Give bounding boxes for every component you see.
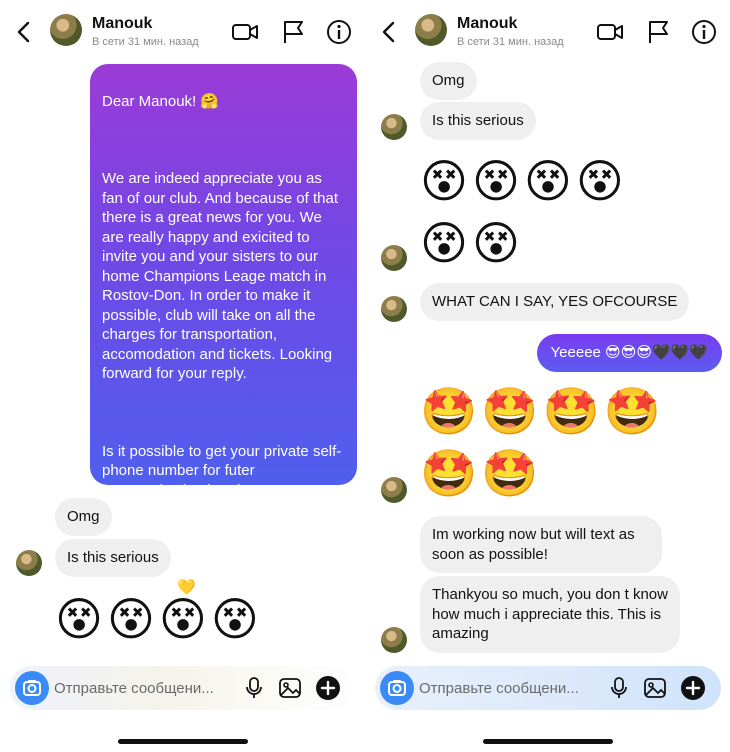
flag-icon[interactable]: [645, 18, 673, 46]
incoming-message[interactable]: Omg: [55, 498, 112, 536]
home-indicator: [483, 739, 613, 744]
avatar[interactable]: [415, 14, 447, 46]
emoji-message[interactable]: 😵😵😵😵: [420, 154, 628, 208]
avatar: [381, 627, 407, 653]
contact-status: В сети 31 мин. назад: [92, 36, 199, 48]
chevron-left-icon[interactable]: [14, 20, 34, 44]
home-indicator: [118, 739, 248, 744]
incoming-message[interactable]: Im working now but will text as soon as …: [420, 516, 662, 574]
chat-pane-left: Manouk В сети 31 мин. назад Dear Manouk!…: [0, 0, 365, 752]
outgoing-message[interactable]: Yeeeee 😎😎😎🖤🖤🖤: [536, 334, 722, 372]
contact-status: В сети 31 мин. назад: [457, 36, 564, 48]
image-icon[interactable]: [643, 676, 667, 700]
incoming-message[interactable]: Omg: [420, 62, 477, 100]
message-composer: [375, 666, 721, 710]
emoji-message[interactable]: 🤩🤩: [420, 446, 543, 500]
emoji-message[interactable]: 😵😵: [420, 216, 524, 270]
incoming-message[interactable]: WHAT CAN I SAY, YES OFCOURSE: [420, 283, 690, 321]
camera-button[interactable]: [15, 671, 49, 705]
chat-header: Manouk В сети 31 мин. назад: [0, 0, 365, 62]
microphone-icon[interactable]: [242, 676, 266, 700]
message-composer: [10, 666, 356, 710]
emoji-message[interactable]: 😵😵😵😵: [55, 592, 263, 646]
incoming-message[interactable]: Is this serious: [420, 102, 536, 140]
plus-icon[interactable]: [316, 676, 340, 700]
chevron-left-icon[interactable]: [379, 20, 399, 44]
avatar: [381, 114, 407, 140]
message-input[interactable]: [54, 677, 234, 699]
plus-icon[interactable]: [681, 676, 705, 700]
avatar: [16, 550, 42, 576]
contact-name[interactable]: Manouk: [457, 15, 517, 33]
info-icon[interactable]: [325, 18, 353, 46]
chat-header: Manouk В сети 31 мин. назад: [365, 0, 730, 62]
incoming-message[interactable]: Is this serious: [55, 539, 171, 577]
info-icon[interactable]: [690, 18, 718, 46]
avatar: [381, 245, 407, 271]
letter-greeting: Dear Manouk! 🤗: [102, 92, 220, 110]
incoming-message[interactable]: Thankyou so much, you don t know how muc…: [420, 576, 680, 653]
avatar: [381, 477, 407, 503]
camera-button[interactable]: [380, 671, 414, 705]
letter-paragraph: We are indeed appreciate you as fan of o…: [102, 170, 339, 382]
camera-icon: [388, 680, 406, 696]
image-icon[interactable]: [278, 676, 302, 700]
chat-pane-right: Manouk В сети 31 мин. назад Omg Is this …: [365, 0, 730, 752]
video-camera-icon[interactable]: [231, 18, 259, 46]
avatar: [381, 296, 407, 322]
message-input[interactable]: [419, 677, 599, 699]
invitation-message[interactable]: Dear Manouk! 🤗 We are indeed appreciate …: [90, 64, 357, 596]
emoji-message[interactable]: 🤩🤩🤩🤩: [420, 384, 665, 438]
contact-name[interactable]: Manouk: [92, 15, 152, 33]
letter-paragraph: Is it possible to get your private self-…: [102, 442, 342, 499]
avatar[interactable]: [50, 14, 82, 46]
camera-icon: [23, 680, 41, 696]
microphone-icon[interactable]: [607, 676, 631, 700]
flag-icon[interactable]: [280, 18, 308, 46]
video-camera-icon[interactable]: [596, 18, 624, 46]
